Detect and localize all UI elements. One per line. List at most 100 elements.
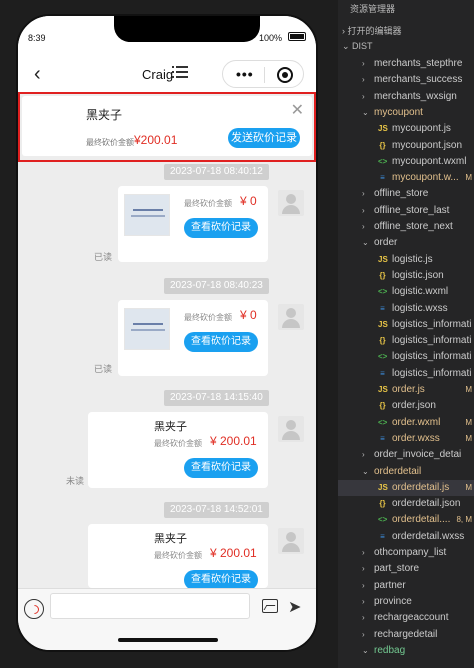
- explorer-folder[interactable]: › offline_store_last: [338, 203, 474, 219]
- explorer-file[interactable]: <> order.wxml M: [338, 415, 474, 431]
- explorer-folder[interactable]: › order_invoice_detai: [338, 447, 474, 463]
- explorer-file[interactable]: {} mycoupont.json: [338, 138, 474, 154]
- open-editors-section[interactable]: › 打开的编辑器: [342, 24, 402, 37]
- explorer-file[interactable]: {} logistics_informati: [338, 333, 474, 349]
- chevron-down-icon[interactable]: ⌄: [362, 464, 369, 480]
- git-status-badge: M: [465, 173, 472, 183]
- explorer-folder[interactable]: › offline_store_next: [338, 219, 474, 235]
- explorer-file[interactable]: JS logistic.js: [338, 252, 474, 268]
- chevron-right-icon[interactable]: ›: [362, 72, 365, 88]
- dist-section[interactable]: ⌄ DIST: [342, 41, 373, 52]
- explorer-file[interactable]: JS order.js M: [338, 382, 474, 398]
- menu-list-icon[interactable]: [172, 65, 188, 79]
- phone-simulator: 8:39 100% ‹ Craig ••• 2023-07-18 08:40:1…: [16, 14, 318, 652]
- explorer-file[interactable]: {} order.json: [338, 398, 474, 414]
- read-status: 已读: [94, 252, 113, 262]
- chevron-right-icon[interactable]: ›: [362, 578, 365, 594]
- view-bargain-record-button[interactable]: 查看砍价记录: [184, 332, 258, 352]
- view-bargain-record-button[interactable]: 查看砍价记录: [184, 458, 258, 478]
- explorer-file[interactable]: {} logistic.json: [338, 268, 474, 284]
- explorer-folder[interactable]: ⌄ redbag: [338, 643, 474, 659]
- wxml-file-icon: <>: [378, 352, 388, 362]
- wxss-file-icon: ≡: [380, 433, 385, 443]
- explorer-file[interactable]: <> orderdetail.... 8, M: [338, 512, 474, 528]
- explorer-folder[interactable]: › province: [338, 594, 474, 610]
- explorer-folder[interactable]: › merchants_wxsign: [338, 89, 474, 105]
- explorer-file[interactable]: <> logistics_informati: [338, 349, 474, 365]
- bargain-message-card[interactable]: 黑夹子 最终砍价金额 ¥ 200.01 查看砍价记录: [88, 412, 268, 488]
- explorer-folder[interactable]: › offline_store: [338, 186, 474, 202]
- json-file-icon: {}: [379, 140, 386, 150]
- view-bargain-record-button[interactable]: 查看砍价记录: [184, 218, 258, 238]
- avatar[interactable]: [278, 416, 304, 442]
- more-icon[interactable]: •••: [236, 67, 254, 81]
- explorer-item-label: logistics_informati: [392, 318, 472, 330]
- explorer-file[interactable]: {} orderdetail.json: [338, 496, 474, 512]
- chevron-right-icon[interactable]: ›: [362, 219, 365, 235]
- explorer-file[interactable]: ≡ order.wxss M: [338, 431, 474, 447]
- explorer-item-label: merchants_success: [374, 74, 463, 86]
- avatar[interactable]: [278, 304, 304, 330]
- explorer-item-label: logistics_informati: [392, 335, 472, 347]
- explorer-file[interactable]: JS orderdetail.js M: [338, 479, 474, 496]
- explorer-file[interactable]: JS mycoupont.js: [338, 121, 474, 137]
- explorer-file[interactable]: JS logistics_informati: [338, 317, 474, 333]
- read-status: 未读: [66, 476, 85, 486]
- chevron-right-icon[interactable]: ›: [362, 56, 365, 72]
- voice-icon[interactable]: [24, 599, 44, 619]
- bargain-message-card[interactable]: 最终砍价金额 ¥ 0 查看砍价记录: [118, 186, 268, 262]
- git-status-badge: M: [465, 385, 472, 394]
- explorer-folder[interactable]: ⌄ mycoupont: [338, 105, 474, 121]
- view-bargain-record-button[interactable]: 查看砍价记录: [184, 570, 258, 590]
- chevron-down-icon[interactable]: ⌄: [362, 235, 369, 251]
- explorer-folder[interactable]: › partner: [338, 578, 474, 594]
- chevron-right-icon[interactable]: ›: [362, 89, 365, 105]
- explorer-folder[interactable]: ⌄ order: [338, 235, 474, 251]
- explorer-folder[interactable]: ⌄ orderdetail: [338, 464, 474, 480]
- explorer-item-label: redbag: [374, 644, 406, 656]
- message-input[interactable]: [50, 593, 250, 619]
- chevron-down-icon[interactable]: ⌄: [362, 643, 369, 659]
- explorer-file[interactable]: ≡ logistics_informati: [338, 366, 474, 382]
- battery-icon: [288, 32, 306, 41]
- bargain-message-card[interactable]: 黑夹子 最终砍价金额 ¥ 200.01 查看砍价记录: [88, 524, 268, 590]
- chevron-right-icon[interactable]: ›: [362, 203, 365, 219]
- explorer-file[interactable]: ≡ logistic.wxss: [338, 301, 474, 317]
- bargain-message-card[interactable]: 最终砍价金额 ¥ 0 查看砍价记录: [118, 300, 268, 376]
- read-status: 已读: [94, 364, 113, 374]
- chevron-right-icon[interactable]: ›: [362, 610, 365, 626]
- explorer-folder[interactable]: › othcompany_list: [338, 545, 474, 561]
- chevron-down-icon[interactable]: ⌄: [362, 105, 369, 121]
- explorer-folder[interactable]: › merchants_success: [338, 72, 474, 88]
- explorer-item-label: logistic.wxss: [392, 302, 448, 314]
- explorer-item-label: orderdetail.js: [392, 481, 450, 493]
- explorer-file[interactable]: ≡ mycoupont.w... M: [338, 170, 474, 186]
- json-file-icon: {}: [379, 270, 386, 280]
- explorer-folder[interactable]: › rechargedetail: [338, 627, 474, 643]
- explorer-folder[interactable]: › rechargeaccount: [338, 610, 474, 626]
- image-icon[interactable]: [262, 599, 278, 613]
- close-target-icon[interactable]: [277, 67, 293, 83]
- js-file-icon: JS: [378, 254, 388, 264]
- explorer-file[interactable]: ≡ orderdetail.wxss: [338, 529, 474, 545]
- explorer-folder[interactable]: › merchants_stepthre: [338, 56, 474, 72]
- explorer-file[interactable]: <> mycoupont.wxml: [338, 154, 474, 170]
- chevron-right-icon[interactable]: ›: [362, 186, 365, 202]
- chevron-right-icon[interactable]: ›: [362, 545, 365, 561]
- explorer-file[interactable]: <> logistic.wxml: [338, 284, 474, 300]
- chevron-right-icon[interactable]: ›: [362, 627, 365, 643]
- explorer-item-label: rechargedetail: [374, 628, 438, 640]
- chevron-right-icon[interactable]: ›: [362, 561, 365, 577]
- avatar[interactable]: [278, 190, 304, 216]
- avatar[interactable]: [278, 528, 304, 554]
- explorer-item-label: offline_store_next: [374, 221, 453, 232]
- send-icon[interactable]: ➤: [288, 597, 301, 617]
- explorer-item-label: province: [374, 595, 412, 607]
- wxss-file-icon: ≡: [380, 173, 385, 183]
- back-icon[interactable]: ‹: [34, 64, 41, 84]
- chevron-right-icon[interactable]: ›: [362, 594, 365, 610]
- explorer-folder[interactable]: › part_store: [338, 561, 474, 577]
- chevron-right-icon[interactable]: ›: [362, 447, 365, 463]
- wxml-file-icon: <>: [378, 417, 388, 427]
- explorer-item-label: logistics_informati: [392, 367, 472, 379]
